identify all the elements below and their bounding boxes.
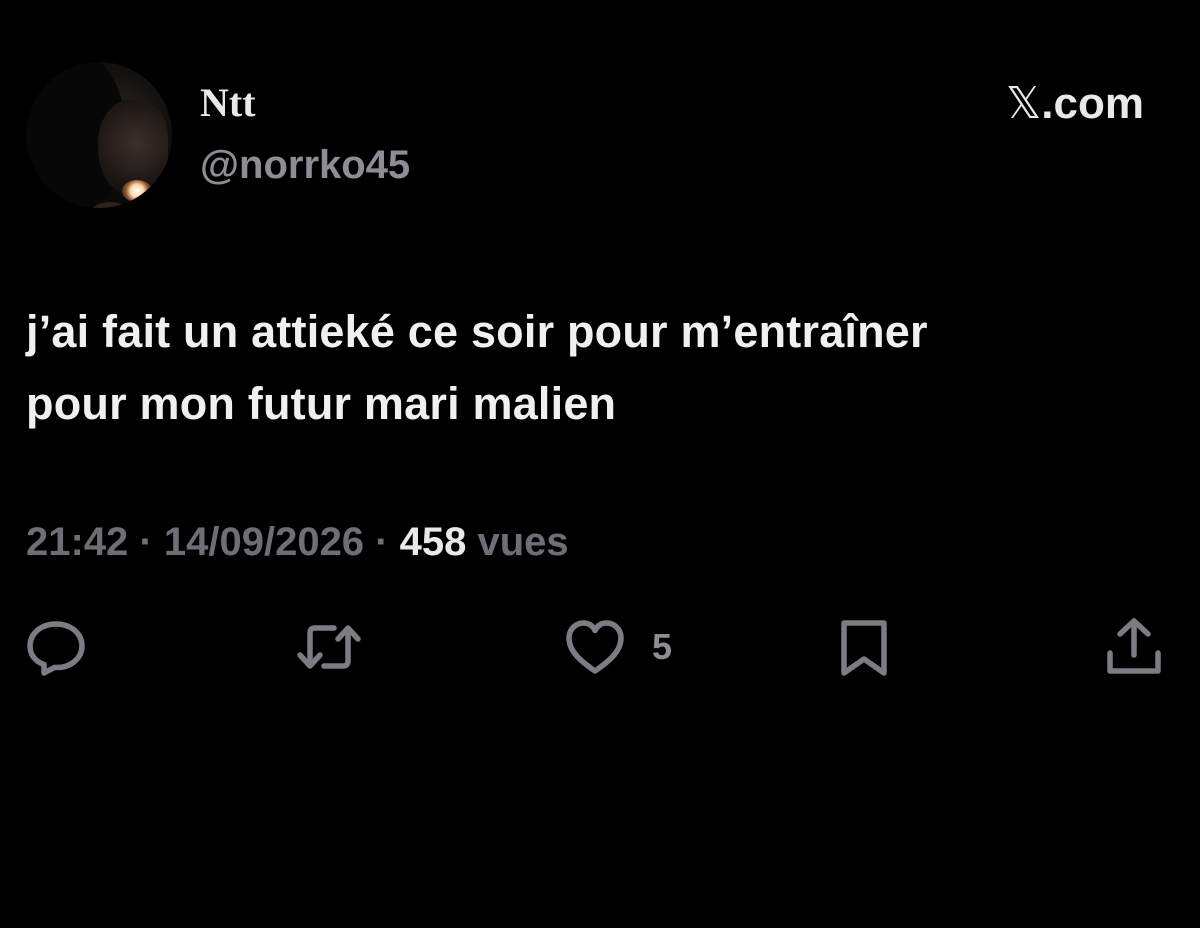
action-bar: 5: [0, 612, 1200, 682]
heart-icon: [566, 620, 624, 674]
retweet-icon: [297, 625, 361, 669]
tweet-text-line-1: j’ai fait un attieké ce soir pour m’entr…: [26, 306, 928, 357]
meta-separator: ·: [128, 520, 164, 564]
views-count: 458: [399, 520, 467, 564]
meta-separator: ·: [364, 520, 400, 564]
retweet-button[interactable]: [296, 612, 362, 682]
views-label: vues: [466, 520, 569, 564]
brand-suffix: .com: [1041, 79, 1144, 128]
reply-button[interactable]: [24, 612, 88, 682]
tweet-text-line-2: pour mon futur mari malien: [26, 378, 617, 429]
speech-bubble-icon: [27, 621, 85, 676]
tweet-card: Ntt @norrko45 𝕏.com j’ai fait un attieké…: [0, 0, 1200, 928]
tweet-date[interactable]: 14/09/2026: [164, 520, 364, 564]
avatar-light: [122, 180, 152, 202]
bookmark-icon: [841, 620, 887, 676]
tweet-meta: 21:42 · 14/09/2026 · 458 vues: [26, 516, 569, 568]
x-logo-icon: 𝕏: [1005, 78, 1042, 129]
like-button[interactable]: 5: [564, 612, 672, 682]
bookmark-button[interactable]: [836, 612, 892, 682]
display-name[interactable]: Ntt: [200, 78, 256, 128]
like-count: 5: [652, 626, 673, 667]
tweet-text: j’ai fait un attieké ce soir pour m’entr…: [26, 296, 1176, 440]
share-button[interactable]: [1104, 612, 1164, 682]
tweet-time[interactable]: 21:42: [26, 520, 128, 564]
x-brand-logo[interactable]: 𝕏.com: [1006, 78, 1144, 130]
avatar[interactable]: [26, 62, 172, 208]
share-icon: [1107, 618, 1161, 674]
user-handle[interactable]: @norrko45: [200, 140, 410, 190]
